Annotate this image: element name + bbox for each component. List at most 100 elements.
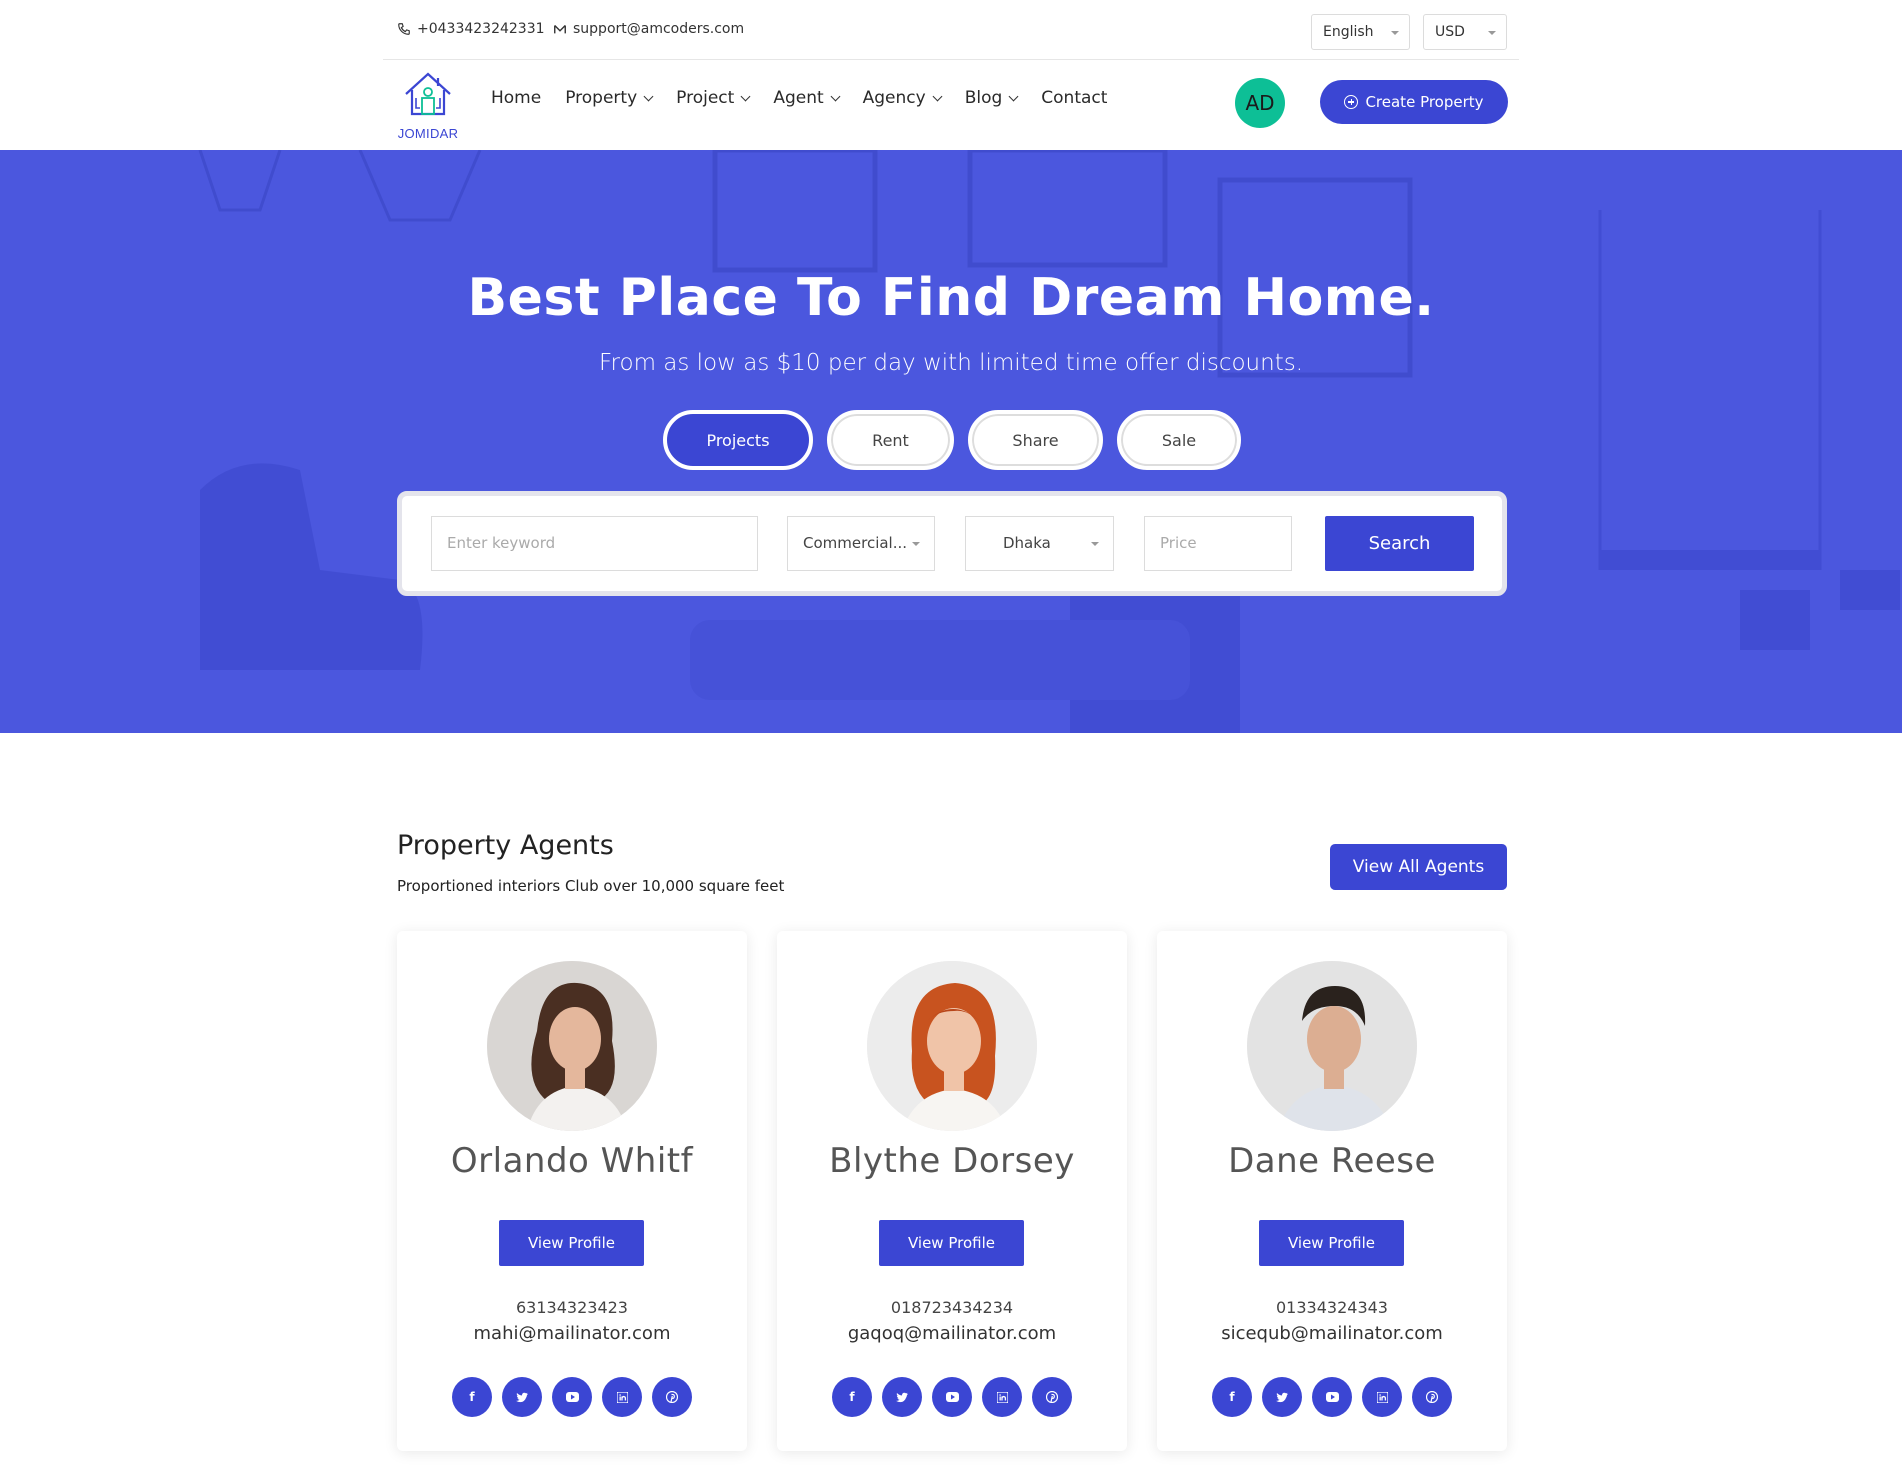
nav-menu: Home Property Project Agent Agency Blog … (491, 88, 1131, 108)
twitter-icon[interactable] (1262, 1377, 1302, 1417)
agent-photo[interactable] (487, 961, 657, 1131)
pinterest-icon[interactable] (1412, 1377, 1452, 1417)
price-input[interactable]: Price (1144, 516, 1292, 571)
view-all-agents-button[interactable]: View All Agents (1330, 844, 1507, 890)
search-panel: Enter keyword Commercial... Dhaka Price … (397, 491, 1507, 596)
phone-contact[interactable]: +0433423242331 (397, 21, 545, 37)
phone-icon (398, 23, 410, 35)
agent-photo[interactable] (1247, 961, 1417, 1131)
social-links: f (832, 1377, 1072, 1417)
phone-text: +0433423242331 (417, 21, 545, 37)
nav-item-agent[interactable]: Agent (773, 88, 841, 108)
youtube-icon[interactable] (1312, 1377, 1352, 1417)
agent-name: Dane Reese (1228, 1141, 1436, 1181)
twitter-icon[interactable] (882, 1377, 922, 1417)
nav-label: Agent (773, 88, 824, 108)
agent-portrait-image (1247, 961, 1417, 1131)
twitter-icon[interactable] (502, 1377, 542, 1417)
social-links: f (452, 1377, 692, 1417)
price-placeholder: Price (1160, 534, 1197, 552)
logo-text: JOMIDAR (397, 126, 459, 141)
nav-label: Property (565, 88, 638, 108)
category-value: Commercial... (803, 534, 908, 552)
linkedin-icon[interactable] (1362, 1377, 1402, 1417)
agent-phone: 63134323423 (516, 1298, 628, 1317)
email-text: support@amcoders.com (573, 21, 745, 37)
create-property-button[interactable]: Create Property (1320, 80, 1508, 124)
tab-share[interactable]: Share (968, 410, 1103, 470)
keyword-input[interactable]: Enter keyword (431, 516, 758, 571)
language-select[interactable]: English (1311, 14, 1410, 50)
agent-email: mahi@mailinator.com (473, 1323, 671, 1344)
pinterest-icon[interactable] (652, 1377, 692, 1417)
view-profile-button[interactable]: View Profile (879, 1220, 1024, 1266)
tab-rent[interactable]: Rent (827, 410, 954, 470)
social-links: f (1212, 1377, 1452, 1417)
chevron-down-icon (1008, 91, 1019, 101)
section-subtitle: Proportioned interiors Club over 10,000 … (397, 877, 785, 895)
hero-subtitle: From as low as $10 per day with limited … (598, 350, 1304, 376)
currency-select[interactable]: USD (1423, 14, 1507, 50)
agent-email: gaqoq@mailinator.com (847, 1323, 1057, 1344)
agent-email: sicequb@mailinator.com (1221, 1323, 1443, 1344)
chevron-down-icon (912, 542, 920, 546)
email-contact[interactable]: support@amcoders.com (553, 21, 744, 37)
chevron-down-icon (1091, 542, 1099, 546)
nav-item-contact[interactable]: Contact (1041, 88, 1107, 108)
agent-phone: 018723434234 (890, 1298, 1014, 1317)
user-avatar[interactable]: AD (1235, 78, 1285, 128)
city-value: Dhaka (1003, 534, 1051, 552)
facebook-icon[interactable]: f (1212, 1377, 1252, 1417)
facebook-icon[interactable]: f (452, 1377, 492, 1417)
top-bar: +0433423242331 support@amcoders.com Engl… (383, 0, 1519, 60)
view-profile-button[interactable]: View Profile (1259, 1220, 1404, 1266)
plus-circle-icon (1344, 95, 1359, 109)
keyword-placeholder: Enter keyword (447, 534, 556, 552)
linkedin-icon[interactable] (602, 1377, 642, 1417)
linkedin-icon[interactable] (982, 1377, 1022, 1417)
view-profile-button[interactable]: View Profile (499, 1220, 644, 1266)
nav-item-agency[interactable]: Agency (863, 88, 943, 108)
agent-card: Blythe Dorsey View Profile 018723434234 … (777, 931, 1127, 1451)
chevron-down-icon (830, 91, 841, 101)
nav-item-home[interactable]: Home (491, 88, 541, 108)
agent-portrait-image (867, 961, 1037, 1131)
nav-label: Project (676, 88, 735, 108)
mail-icon (554, 25, 566, 34)
main-nav: JOMIDAR Home Property Project Agent Agen… (383, 60, 1519, 150)
nav-item-blog[interactable]: Blog (964, 88, 1019, 108)
listing-type-tabs: Projects Rent Share Sale (663, 410, 1241, 470)
tab-projects[interactable]: Projects (663, 410, 813, 470)
chevron-down-icon (643, 91, 654, 101)
language-value: English (1323, 24, 1374, 40)
hero-title: Best Place To Find Dream Home. (467, 268, 1435, 328)
search-button[interactable]: Search (1325, 516, 1474, 571)
currency-value: USD (1435, 24, 1465, 40)
agent-card: Orlando Whitf View Profile 63134323423 m… (397, 931, 747, 1451)
chevron-down-icon (1391, 31, 1399, 35)
nav-item-project[interactable]: Project (676, 88, 751, 108)
nav-item-property[interactable]: Property (565, 88, 654, 108)
hero-section: Best Place To Find Dream Home. From as l… (0, 150, 1902, 733)
category-select[interactable]: Commercial... (787, 516, 935, 571)
chevron-down-icon (932, 91, 943, 101)
city-select[interactable]: Dhaka (965, 516, 1114, 571)
agent-photo[interactable] (867, 961, 1037, 1131)
tab-sale[interactable]: Sale (1117, 410, 1241, 470)
agent-card: Dane Reese View Profile 01334324343 sice… (1157, 931, 1507, 1451)
create-property-label: Create Property (1365, 93, 1484, 111)
youtube-icon[interactable] (552, 1377, 592, 1417)
section-title: Property Agents (397, 830, 614, 861)
youtube-icon[interactable] (932, 1377, 972, 1417)
pinterest-icon[interactable] (1032, 1377, 1072, 1417)
nav-label: Blog (964, 88, 1003, 108)
chevron-down-icon (740, 91, 751, 101)
agent-name: Blythe Dorsey (829, 1141, 1075, 1181)
agent-phone: 01334324343 (1276, 1298, 1388, 1317)
agent-portrait-image (487, 961, 657, 1131)
facebook-icon[interactable]: f (832, 1377, 872, 1417)
nav-label: Home (491, 88, 542, 108)
chevron-down-icon (1488, 31, 1496, 35)
logo[interactable]: JOMIDAR (395, 68, 461, 141)
nav-label: Contact (1041, 88, 1108, 108)
